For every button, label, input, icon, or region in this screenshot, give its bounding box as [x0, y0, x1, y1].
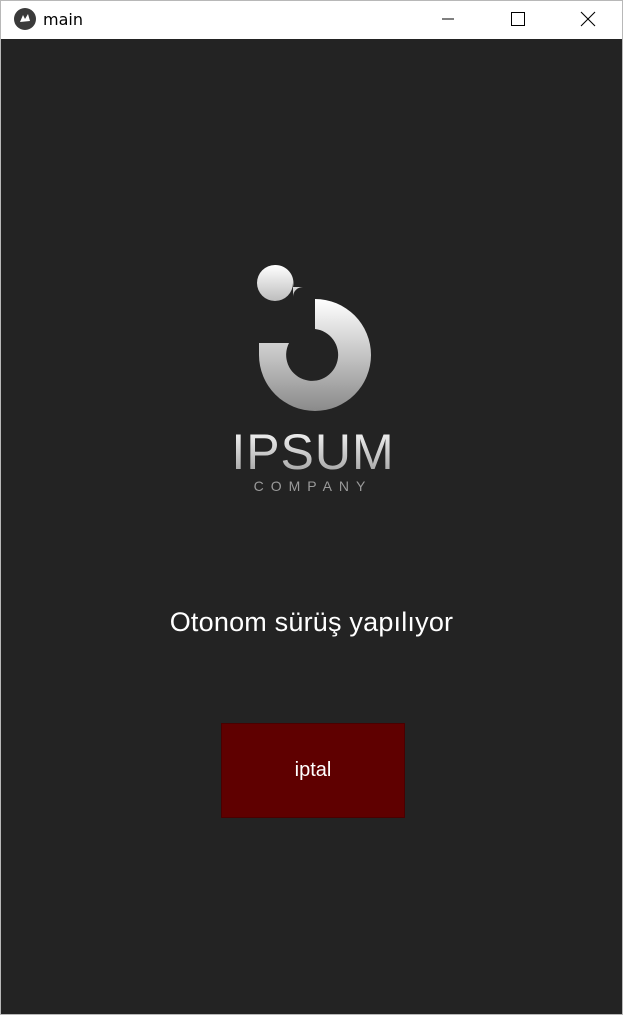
logo-ring-shape [259, 299, 371, 411]
company-logo: IPSUM COMPANY [221, 261, 405, 497]
close-button[interactable] [553, 1, 623, 37]
app-window: main IPSUM COMPANY Otonom sürüş yapılıyo… [0, 0, 623, 1015]
maximize-icon [511, 12, 525, 26]
minimize-icon [442, 18, 454, 20]
cancel-button[interactable]: iptal [221, 723, 405, 818]
logo-brand-text: IPSUM [231, 424, 394, 480]
maximize-button[interactable] [483, 1, 553, 37]
status-message: Otonom sürüş yapılıyor [169, 607, 454, 637]
minimize-button[interactable] [413, 1, 483, 37]
logo-subtitle-text: COMPANY [254, 478, 373, 494]
logo-dot-shape [257, 264, 303, 301]
close-icon [580, 11, 596, 27]
main-content: IPSUM COMPANY Otonom sürüş yapılıyor ipt… [1, 39, 622, 1014]
title-bar[interactable]: main [1, 1, 622, 39]
kivy-icon [14, 8, 36, 30]
window-title: main [43, 10, 83, 29]
